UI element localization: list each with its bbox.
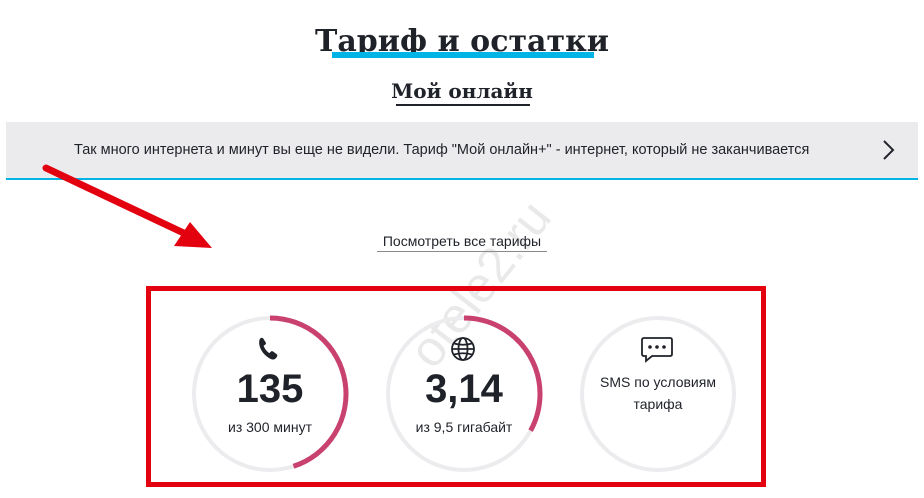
phone-icon xyxy=(190,334,350,364)
tariff-name-underline xyxy=(396,104,530,106)
chevron-right-icon[interactable] xyxy=(874,136,902,164)
sms-terms-line-2: тарифа xyxy=(633,396,683,412)
sms-balance-dial[interactable]: SMS по условиям тарифа xyxy=(578,314,738,474)
minutes-remaining-value: 135 xyxy=(236,367,304,411)
minutes-total-label: из 300 минут xyxy=(228,419,312,435)
minutes-balance-dial[interactable]: 135 из 300 минут xyxy=(190,314,350,474)
chat-bubble-icon xyxy=(578,334,738,364)
internet-balance-dial[interactable]: 3,14 из 9,5 гигабайт xyxy=(384,314,544,474)
annotation-arrow xyxy=(42,164,212,248)
sms-terms-line-1: SMS по условиям xyxy=(600,374,716,390)
sms-terms-text: SMS по условиям тарифа xyxy=(588,371,728,415)
title-underline xyxy=(332,52,594,58)
tariff-name[interactable]: Мой онлайн xyxy=(0,78,924,104)
all-tariffs-link[interactable]: Посмотреть все тарифы xyxy=(377,232,547,252)
globe-icon xyxy=(384,334,544,364)
internet-remaining-value: 3,14 xyxy=(425,367,503,411)
internet-total-label: из 9,5 гигабайт xyxy=(415,419,513,435)
